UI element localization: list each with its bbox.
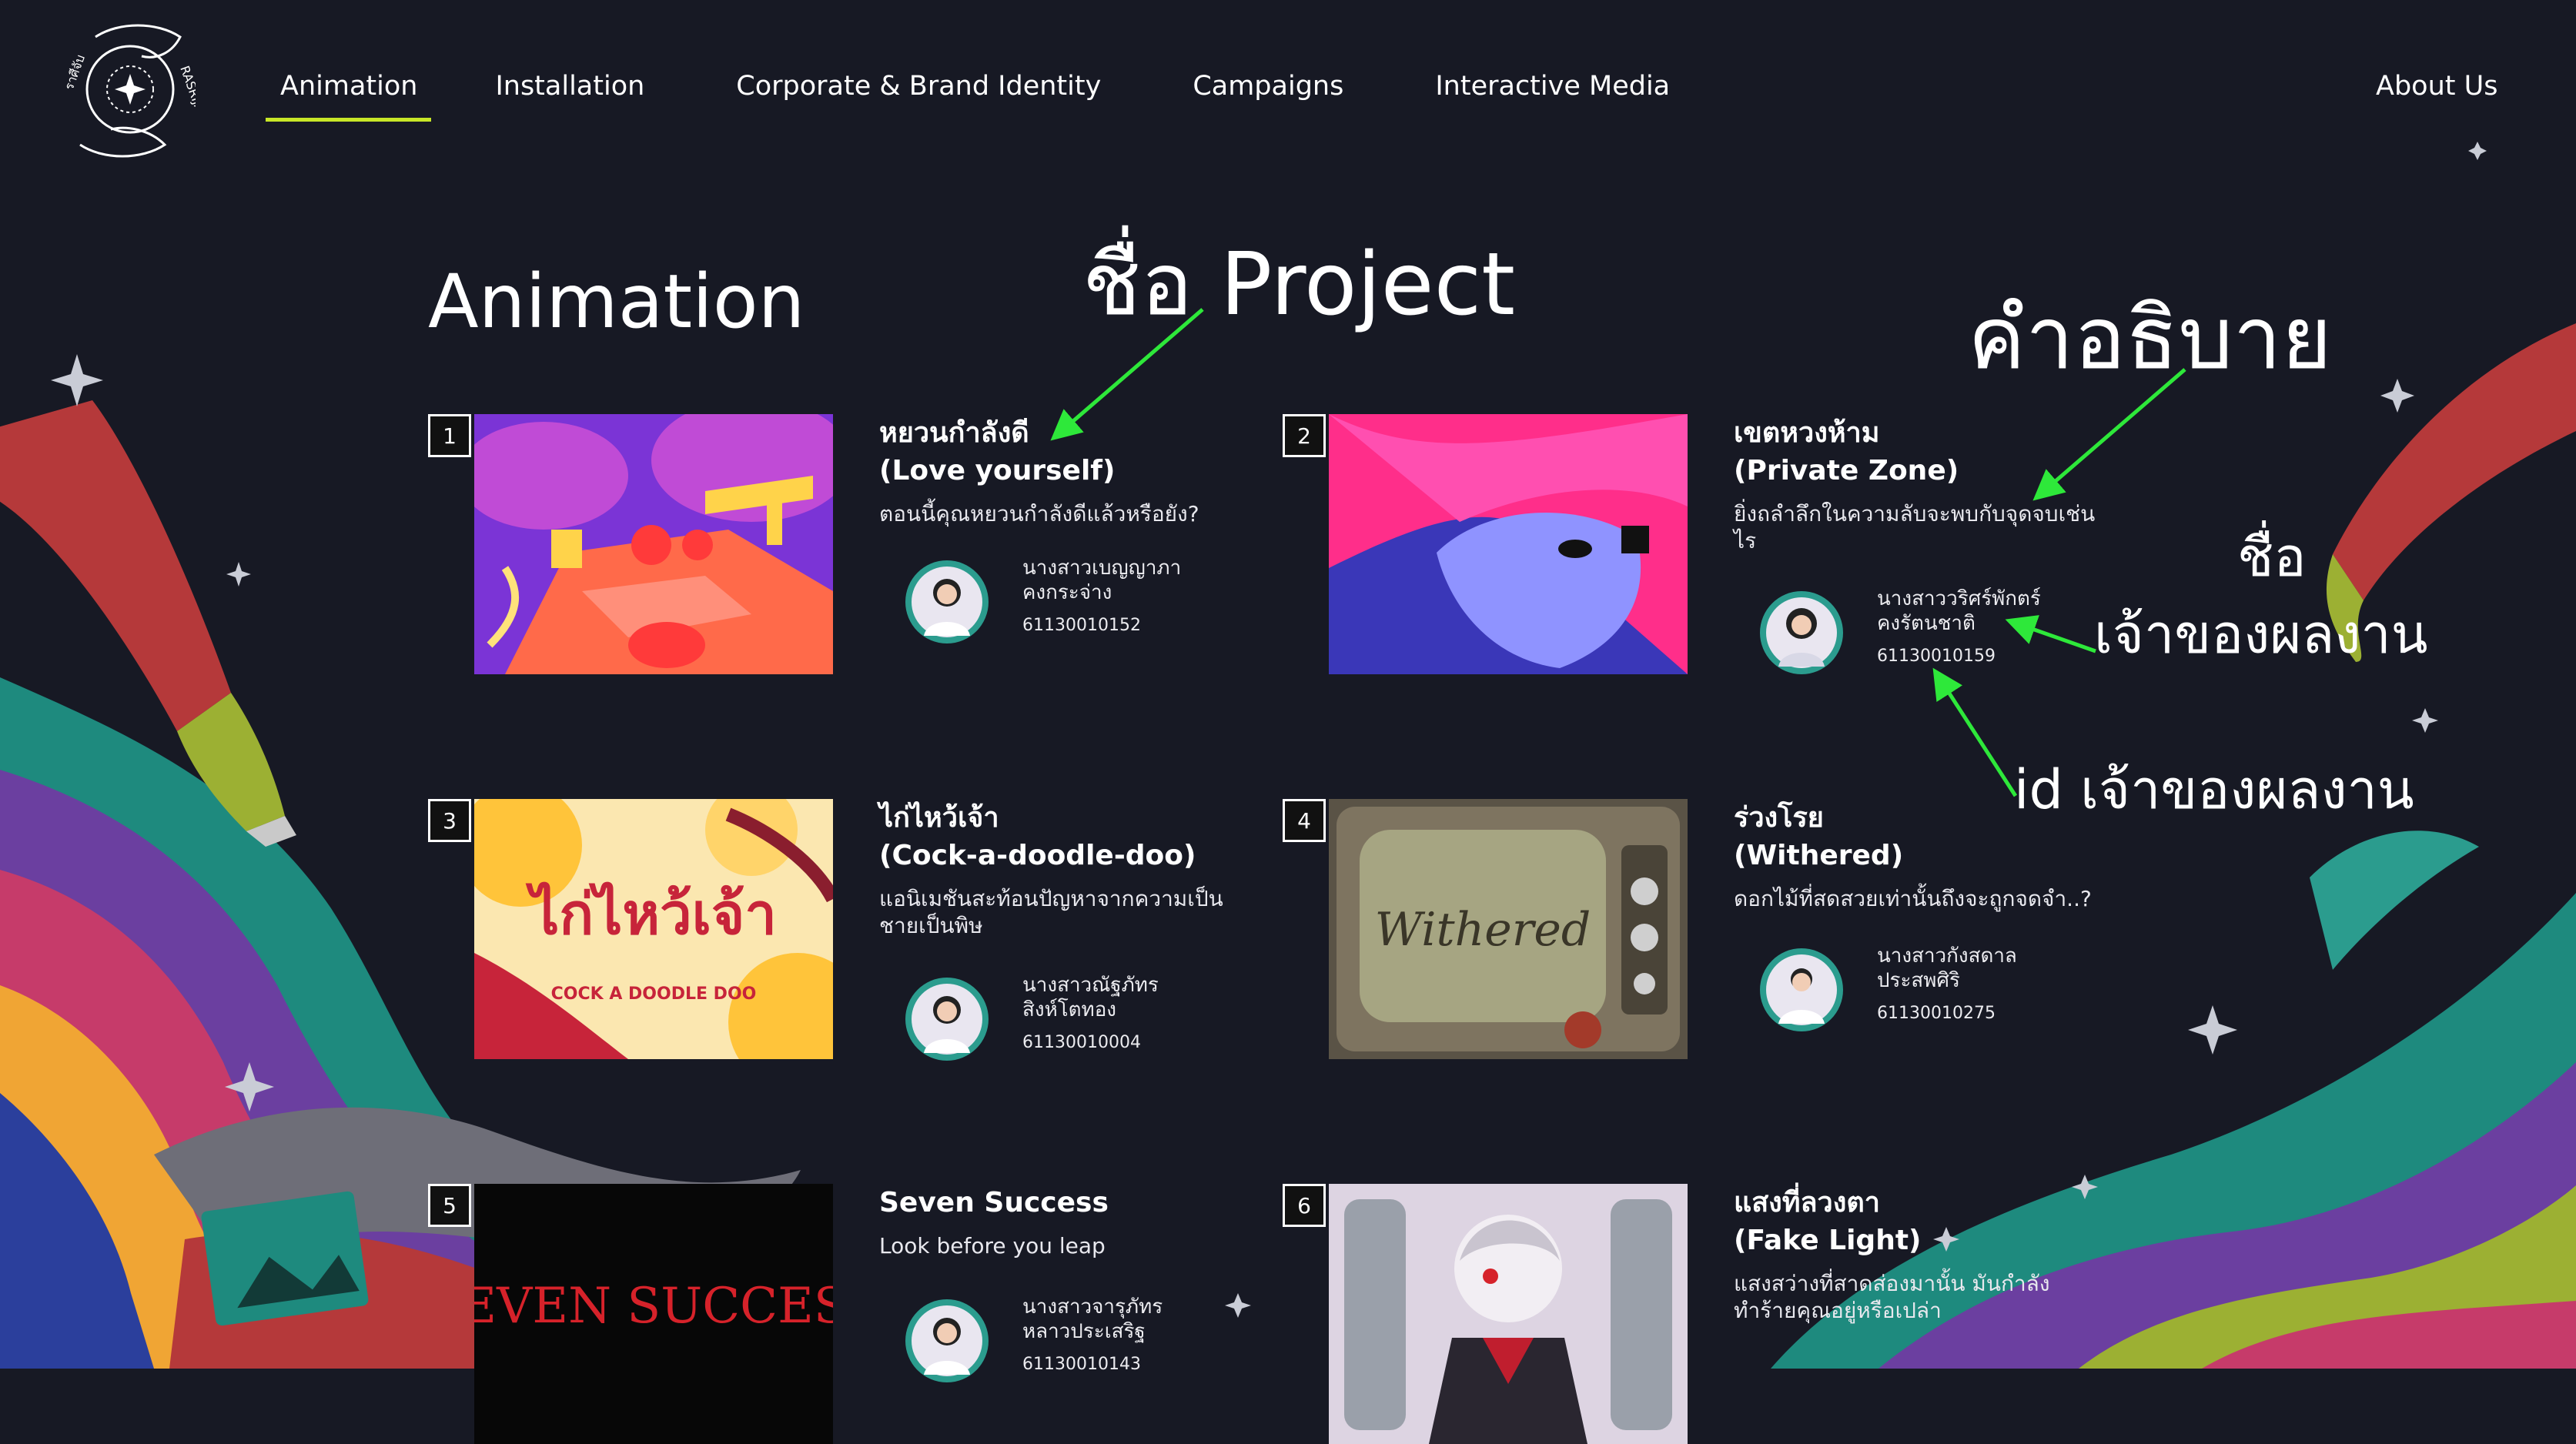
project-owner: นางสาวกังสดาล ประสพศิริ 61130010275	[1734, 944, 2096, 1039]
annotation-description: คำอธิบาย	[1968, 289, 2333, 389]
owner-name: นางสาวณัฐภัทร สิงห์โตทอง	[1022, 974, 1159, 1021]
annotation-owner-name-line1: ชื่อ	[2237, 526, 2307, 589]
project-owner: นางสาวณัฐภัทร สิงห์โตทอง 61130010004	[879, 974, 1241, 1068]
project-number: 4	[1283, 799, 1326, 842]
project-subtitle: (Fake Light)	[1734, 1225, 1922, 1256]
project-owner: นางสาวจารุภัทร หลาวประเสริฐ 61130010143	[879, 1295, 1241, 1390]
owner-name: นางสาวจารุภัทร หลาวประเสริฐ	[1022, 1295, 1163, 1343]
project-title: หยวนกำลังดี	[879, 417, 1029, 449]
thumbnail-title-text: SEVEN SUCCESS	[474, 1278, 833, 1335]
project-thumbnail[interactable]	[1329, 1184, 1688, 1444]
project-number: 3	[428, 799, 471, 842]
project-description: แอนิเมชันสะท้อนปัญหาจากความเป็นชายเป็นพิ…	[879, 886, 1223, 938]
project-subtitle: (Cock-a-doodle-doo)	[879, 840, 1196, 871]
project-subtitle: (Love yourself)	[879, 455, 1116, 486]
project-description: Look before you leap	[879, 1233, 1106, 1258]
project-card-4[interactable]: 4 Withered ร่วงโรย (Withered) ดอกไม้ที่ส…	[1283, 799, 2129, 1076]
project-card-5[interactable]: 5 SEVEN SUCCESS Seven Success Look befor…	[428, 1184, 1275, 1444]
project-number: 1	[428, 414, 471, 457]
svg-text:ราศีจับ: ราศีจับ	[65, 52, 88, 92]
thumbnail-title-text: Withered	[1375, 903, 1591, 957]
project-thumbnail[interactable]: ไก่ไหว้เจ้า COCK A DOODLE DOO	[474, 799, 833, 1059]
owner-avatar	[1760, 948, 1843, 1031]
owner-avatar	[1760, 591, 1843, 674]
project-thumbnail[interactable]: SEVEN SUCCESS	[474, 1184, 833, 1444]
owner-id: 61130010152	[1022, 616, 1141, 635]
owner-id: 61130010275	[1877, 1004, 1996, 1023]
nav-campaigns[interactable]: Campaigns	[1174, 62, 1357, 125]
nav-animation[interactable]: Animation	[262, 62, 432, 125]
project-number: 2	[1283, 414, 1326, 457]
owner-name: นางสาววริศร์พักตร์ คงรัตนชาติ	[1877, 587, 2041, 635]
project-subtitle: (Private Zone)	[1734, 455, 1959, 486]
project-thumbnail[interactable]	[1329, 414, 1688, 674]
project-card-1[interactable]: 1 หยวนกำลังดี (Love yourself) ตอนนี้คุณห…	[428, 414, 1275, 691]
project-description: ยิ่งถลำลึกในความลับจะพบกับจุดจบเช่นไร	[1734, 501, 2096, 553]
owner-id: 61130010159	[1877, 647, 1996, 666]
project-card-3[interactable]: 3 ไก่ไหว้เจ้า COCK A DOODLE DOO ไก่ไหว้เ…	[428, 799, 1275, 1076]
nav-about-us[interactable]: About Us	[2376, 71, 2497, 102]
project-description: แสงสว่างที่สาดส่องมานั้น มันกำลังทำร้ายค…	[1734, 1271, 2050, 1323]
project-title: เขตหวงห้าม	[1734, 417, 1880, 449]
owner-name: นางสาวเบญญาภา คงกระจ่าง	[1022, 557, 1182, 604]
project-number: 6	[1283, 1184, 1326, 1227]
annotation-project-name: ชื่อ Project	[1082, 235, 1516, 335]
nav-installation[interactable]: Installation	[477, 62, 658, 125]
owner-id: 61130010004	[1022, 1033, 1141, 1052]
project-thumbnail[interactable]: Withered	[1329, 799, 1688, 1059]
project-owner: นางสาววริศร์พักตร์ คงรัตนชาติ 6113001015…	[1734, 587, 2096, 682]
owner-avatar	[905, 1299, 989, 1382]
project-title: ไก่ไหว้เจ้า	[879, 802, 999, 834]
owner-name: นางสาวกังสดาล ประสพศิริ	[1877, 944, 2017, 992]
page-title: Animation	[428, 259, 805, 345]
project-number: 5	[428, 1184, 471, 1227]
project-card-2[interactable]: 2 เขตหวงห้าม (Private Zone) ยิ่งถลำลึกใน…	[1283, 414, 2129, 691]
nav-interactive-media[interactable]: Interactive Media	[1417, 62, 1684, 125]
thumbnail-title-text: ไก่ไหว้เจ้า	[525, 881, 777, 948]
project-thumbnail[interactable]	[474, 414, 833, 674]
svg-text:RASRIJAB: RASRIJAB	[177, 64, 196, 122]
owner-avatar	[905, 560, 989, 643]
annotation-owner-id: id เจ้าของผลงาน	[2014, 758, 2414, 821]
project-card-6[interactable]: 6 แสงที่ลวงตา (Fake Light) แสงสว่างที่สา…	[1283, 1184, 2129, 1444]
owner-id: 61130010143	[1022, 1355, 1141, 1374]
project-owner: นางสาวเบญญาภา คงกระจ่าง 61130010152	[879, 557, 1241, 651]
project-title: แสงที่ลวงตา	[1734, 1187, 1880, 1218]
project-description: ตอนนี้คุณหยวนกำลังดีแล้วหรือยัง?	[879, 501, 1199, 526]
thumbnail-subtitle-text: COCK A DOODLE DOO	[551, 984, 757, 1004]
nav-corporate-brand-identity[interactable]: Corporate & Brand Identity	[718, 62, 1115, 125]
main-nav: Animation Installation Corporate & Brand…	[262, 62, 1743, 125]
site-logo[interactable]: ราศีจับ RASRIJAB	[65, 14, 196, 165]
annotation-owner-name-line2: เจ้าของผลงาน	[2094, 603, 2428, 666]
project-subtitle: (Withered)	[1734, 840, 1904, 871]
project-description: ดอกไม้ที่สดสวยเท่านั้นถึงจะถูกจดจำ..?	[1734, 886, 2092, 911]
project-title: Seven Success	[879, 1187, 1109, 1218]
owner-avatar	[905, 978, 989, 1061]
